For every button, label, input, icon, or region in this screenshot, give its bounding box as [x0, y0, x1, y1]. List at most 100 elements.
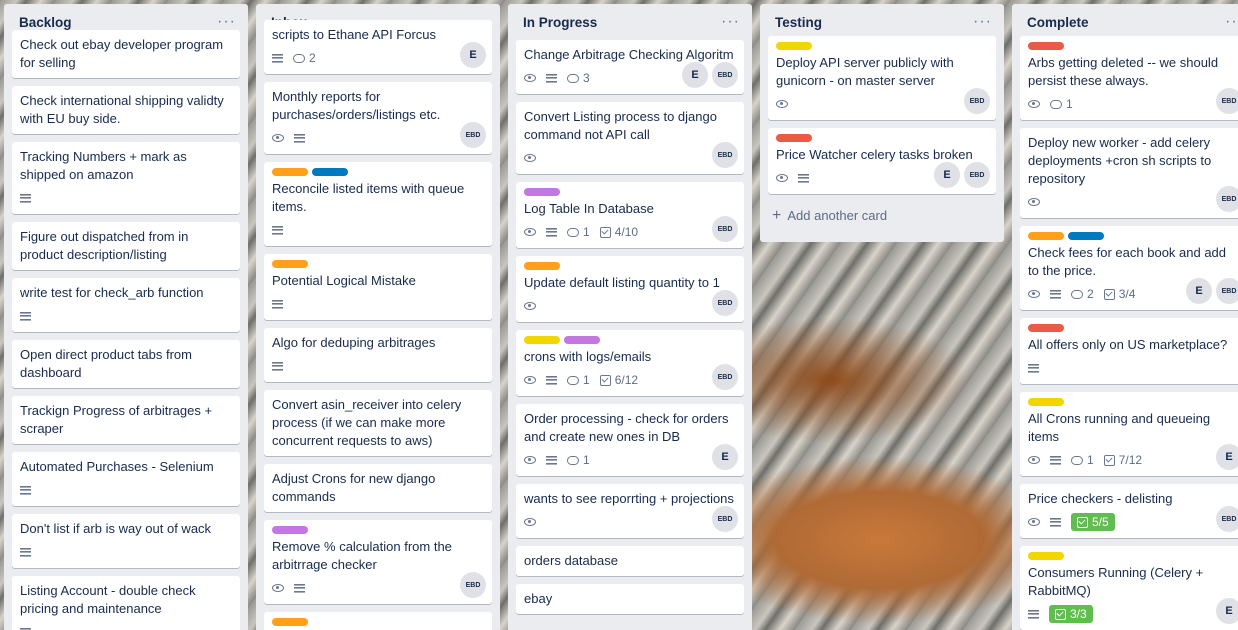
- card[interactable]: Listing Account - double check pricing a…: [12, 576, 240, 630]
- checklist-badge: 3/4: [1103, 287, 1135, 301]
- card[interactable]: Arbs getting deleted -- we should persis…: [1020, 36, 1238, 120]
- card[interactable]: Potential Logical Mistake: [264, 254, 492, 320]
- card-title: Check international shipping validty wit…: [20, 93, 224, 126]
- avatar[interactable]: E: [1216, 598, 1238, 624]
- label-yellow[interactable]: [1028, 398, 1064, 406]
- card[interactable]: write test for check_arb function: [12, 278, 240, 332]
- checklist-icon: [1103, 454, 1115, 466]
- label-yellow[interactable]: [524, 336, 560, 344]
- card[interactable]: Price checkers - delisting 5/5 EBD: [1020, 484, 1238, 538]
- plus-icon: +: [772, 206, 782, 224]
- description-icon: [1028, 363, 1039, 373]
- card-labels: [524, 336, 736, 344]
- card[interactable]: Update default listing quantity to 1 EBD: [516, 256, 744, 322]
- checklist-count: 7/12: [1118, 453, 1143, 467]
- card[interactable]: Log Table In Database 1 4/10 EBD: [516, 182, 744, 248]
- list-title[interactable]: Testing: [775, 15, 822, 30]
- card[interactable]: Convert Listing process to django comman…: [516, 102, 744, 174]
- card[interactable]: [264, 612, 492, 630]
- ellipsis-icon[interactable]: ···: [1221, 13, 1238, 31]
- checklist-badge: 6/12: [599, 373, 638, 387]
- label-orange[interactable]: [272, 168, 308, 176]
- card[interactable]: Order processing - check for orders and …: [516, 404, 744, 476]
- avatar[interactable]: EBD: [1216, 278, 1238, 304]
- label-orange[interactable]: [272, 618, 308, 626]
- card[interactable]: Consumers Running (Celery + RabbitMQ) 3/3…: [1020, 546, 1238, 630]
- card[interactable]: orders database: [516, 546, 744, 576]
- card[interactable]: Reconcile listed items with queue items.: [264, 162, 492, 246]
- card[interactable]: Price Watcher celery tasks broken E EBD: [768, 128, 996, 194]
- card[interactable]: All Crons running and queueing items 1 7/1…: [1020, 392, 1238, 476]
- list-title[interactable]: Backlog: [19, 15, 72, 30]
- label-yellow[interactable]: [776, 42, 812, 50]
- avatar[interactable]: E: [682, 62, 708, 88]
- label-blue[interactable]: [1068, 232, 1104, 240]
- card[interactable]: Figure out dispatched from in product de…: [12, 222, 240, 270]
- card-badges: 1 7/12: [1028, 450, 1238, 470]
- card[interactable]: Change Arbitrage Checking Algoritm 3 E EBD: [516, 40, 744, 94]
- card[interactable]: Adjust Crons for new django commands: [264, 464, 492, 512]
- card[interactable]: ebay: [516, 584, 744, 614]
- card-badges: [20, 306, 232, 326]
- ellipsis-icon[interactable]: ···: [969, 13, 996, 31]
- label-orange[interactable]: [524, 262, 560, 270]
- label-orange[interactable]: [272, 260, 308, 268]
- avatar[interactable]: E: [460, 42, 486, 68]
- list-title[interactable]: In Progress: [523, 15, 597, 30]
- label-purple[interactable]: [272, 526, 308, 534]
- label-purple[interactable]: [564, 336, 600, 344]
- card[interactable]: Open direct product tabs from dashboard: [12, 340, 240, 388]
- avatar[interactable]: EBD: [712, 62, 738, 88]
- card[interactable]: Don't list if arb is way out of wack: [12, 514, 240, 568]
- avatar[interactable]: E: [1186, 278, 1212, 304]
- avatar[interactable]: EBD: [964, 162, 990, 188]
- avatar[interactable]: EBD: [712, 290, 738, 316]
- avatar[interactable]: E: [712, 444, 738, 470]
- ellipsis-icon[interactable]: ···: [717, 13, 744, 31]
- avatar[interactable]: E: [1216, 444, 1238, 470]
- card[interactable]: Trackign Progress of arbitrages + scrape…: [12, 396, 240, 444]
- avatar[interactable]: EBD: [1216, 88, 1238, 114]
- label-orange[interactable]: [1028, 232, 1064, 240]
- avatar[interactable]: EBD: [1216, 506, 1238, 532]
- avatar[interactable]: EBD: [964, 88, 990, 114]
- avatar[interactable]: E: [934, 162, 960, 188]
- card[interactable]: scripts to Ethane API Forcus 2 E: [264, 20, 492, 74]
- avatar[interactable]: EBD: [712, 142, 738, 168]
- card[interactable]: wants to see reporrting + projections EBD: [516, 484, 744, 538]
- avatar[interactable]: EBD: [712, 364, 738, 390]
- label-purple[interactable]: [524, 188, 560, 196]
- card[interactable]: Automated Purchases - Selenium: [12, 452, 240, 506]
- card-list: scripts to Ethane API Forcus 2 E Monthly re…: [256, 20, 500, 630]
- card[interactable]: Tracking Numbers + mark as shipped on am…: [12, 142, 240, 214]
- label-red[interactable]: [1028, 324, 1064, 332]
- label-blue[interactable]: [312, 168, 348, 176]
- card[interactable]: Check out ebay developer program for sel…: [12, 30, 240, 78]
- label-red[interactable]: [776, 134, 812, 142]
- avatar[interactable]: EBD: [712, 506, 738, 532]
- card[interactable]: Convert asin_receiver into celery proces…: [264, 390, 492, 456]
- card[interactable]: All offers only on US marketplace?: [1020, 318, 1238, 384]
- avatar[interactable]: EBD: [1216, 186, 1238, 212]
- list-title[interactable]: Complete: [1027, 15, 1089, 30]
- card[interactable]: Algo for deduping arbitrages: [264, 328, 492, 382]
- ellipsis-icon[interactable]: ···: [213, 13, 240, 31]
- card[interactable]: Deploy API server publicly with gunicorn…: [768, 36, 996, 120]
- card[interactable]: crons with logs/emails 1 6/12 EBD: [516, 330, 744, 396]
- card[interactable]: Check fees for each book and add to the …: [1020, 226, 1238, 310]
- add-card-button[interactable]: + Add another card: [760, 202, 1004, 233]
- card[interactable]: Monthly reports for purchases/orders/lis…: [264, 82, 492, 154]
- card-title: scripts to Ethane API Forcus: [272, 27, 437, 42]
- card[interactable]: Deploy new worker - add celery deploymen…: [1020, 128, 1238, 218]
- card-title: All offers only on US marketplace?: [1028, 337, 1228, 352]
- card-title: Check out ebay developer program for sel…: [20, 37, 224, 70]
- avatar[interactable]: EBD: [460, 572, 486, 598]
- avatar[interactable]: EBD: [712, 216, 738, 242]
- label-yellow[interactable]: [1028, 552, 1064, 560]
- avatar[interactable]: EBD: [460, 122, 486, 148]
- card[interactable]: Check international shipping validty wit…: [12, 86, 240, 134]
- comment-badge: 2: [293, 51, 316, 65]
- card[interactable]: Remove % calculation from the arbitrrage…: [264, 520, 492, 604]
- label-red[interactable]: [1028, 42, 1064, 50]
- card-badges: [1028, 358, 1238, 378]
